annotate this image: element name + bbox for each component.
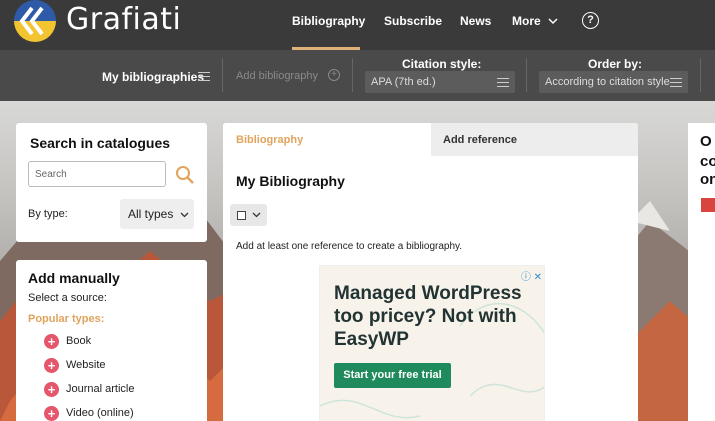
select-all-dropdown[interactable] xyxy=(230,204,267,226)
nav-more[interactable]: More xyxy=(512,14,558,28)
nav-bibliography[interactable]: Bibliography xyxy=(292,14,365,28)
toolbar-divider xyxy=(700,58,701,92)
menu-icon xyxy=(670,78,682,87)
add-bibliography-button[interactable]: Add bibliography xyxy=(236,70,318,82)
checkbox-icon xyxy=(237,211,246,220)
nav-news[interactable]: News xyxy=(460,14,491,28)
brand-name[interactable]: Grafiati xyxy=(66,2,181,37)
tab-add-reference-label: Add reference xyxy=(443,134,517,146)
menu-icon[interactable] xyxy=(198,72,210,81)
add-manually-subtitle: Select a source: xyxy=(28,292,107,304)
nav-subscribe[interactable]: Subscribe xyxy=(384,14,442,28)
search-title: Search in catalogues xyxy=(30,135,171,151)
toolbar-divider xyxy=(352,58,353,92)
promo-text: co xyxy=(700,153,715,170)
my-bibliographies-button[interactable]: My bibliographies xyxy=(102,70,204,84)
menu-icon xyxy=(497,78,509,87)
side-promo-card[interactable]: O co on xyxy=(688,123,715,421)
type-select-value: All types xyxy=(128,207,174,221)
search-input[interactable] xyxy=(28,161,166,187)
ad-choices-icon[interactable]: ⓘ ✕ xyxy=(521,268,542,283)
promo-text: on xyxy=(700,171,715,188)
grafiati-logo-icon[interactable] xyxy=(14,0,56,42)
search-catalogues-card: Search in catalogues By type: All types xyxy=(16,123,207,242)
nav-more-label: More xyxy=(512,14,541,28)
bibliography-panel: Bibliography Add reference My Bibliograp… xyxy=(223,123,638,421)
bibliography-toolbar: My bibliographies Add bibliography + Cit… xyxy=(0,50,715,101)
tab-bibliography[interactable]: Bibliography xyxy=(223,123,431,156)
source-type-label: Book xyxy=(66,335,92,347)
popular-types-label: Popular types: xyxy=(28,313,105,325)
chevron-down-icon xyxy=(180,212,189,218)
source-type-label: Website xyxy=(66,359,106,371)
source-type-label: Video (online) xyxy=(66,407,134,419)
tab-add-reference[interactable]: Add reference xyxy=(431,123,638,156)
bibliography-title: My Bibliography xyxy=(236,173,345,189)
chevron-down-icon xyxy=(252,212,261,218)
plus-icon: + xyxy=(44,334,59,349)
chevron-down-icon xyxy=(548,18,558,25)
order-by-label: Order by: xyxy=(588,57,643,71)
citation-style-select[interactable]: APA (7th ed.) xyxy=(365,71,515,93)
promo-text: O xyxy=(700,133,712,150)
help-icon[interactable]: ? xyxy=(582,12,599,29)
search-icon[interactable] xyxy=(175,165,195,185)
empty-bibliography-text: Add at least one reference to create a b… xyxy=(236,241,463,252)
plus-icon: + xyxy=(44,406,59,421)
by-type-label: By type: xyxy=(28,208,68,220)
plus-icon: + xyxy=(44,358,59,373)
type-select[interactable]: All types xyxy=(120,199,194,229)
toolbar-divider xyxy=(526,58,527,92)
tab-bibliography-label: Bibliography xyxy=(236,134,304,146)
plus-icon: + xyxy=(44,382,59,397)
source-type-label: Journal article xyxy=(66,383,135,395)
citation-style-label: Citation style: xyxy=(402,57,482,71)
ad-cta-button[interactable]: Start your free trial xyxy=(334,363,451,388)
ad-headline: Managed WordPress too pricey? Not with E… xyxy=(334,283,522,350)
top-navbar: Grafiati Bibliography Subscribe News Mor… xyxy=(0,0,715,50)
toolbar-divider xyxy=(222,58,223,92)
order-by-select[interactable]: According to citation style xyxy=(539,71,688,93)
order-by-value: According to citation style xyxy=(545,76,670,88)
promo-button[interactable] xyxy=(701,198,715,212)
plus-circle-icon[interactable]: + xyxy=(328,69,340,81)
add-manually-title: Add manually xyxy=(28,270,120,286)
advertisement[interactable]: ⓘ ✕ Managed WordPress too pricey? Not wi… xyxy=(319,265,545,421)
citation-style-value: APA (7th ed.) xyxy=(371,76,436,88)
add-manually-card: Add manually Select a source: Popular ty… xyxy=(16,260,207,421)
